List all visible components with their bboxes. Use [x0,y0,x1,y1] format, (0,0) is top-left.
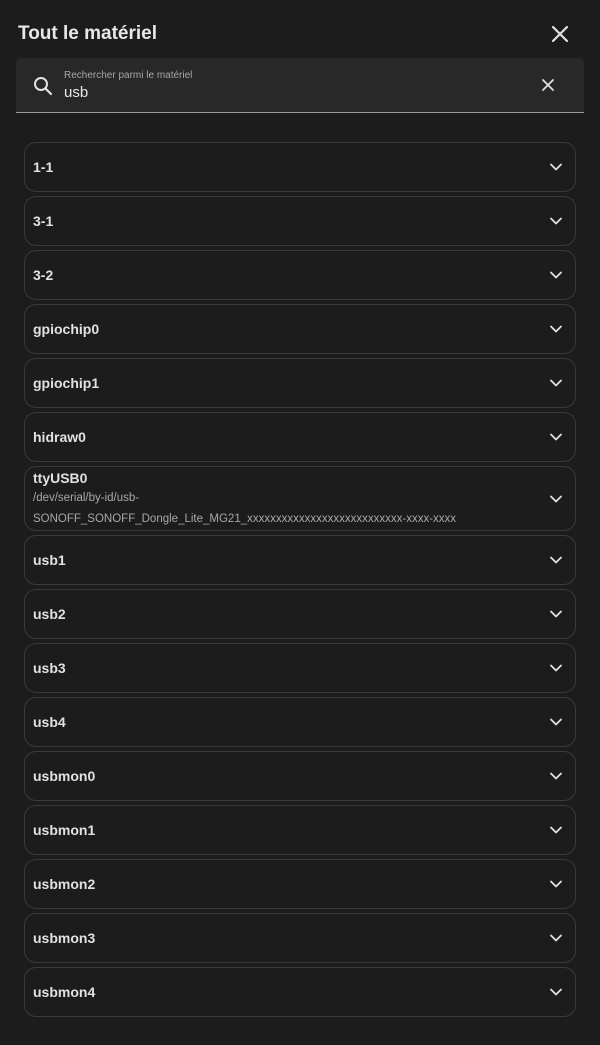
device-name: gpiochip0 [33,321,100,337]
search-field[interactable]: Rechercher parmi le matériel [16,58,584,113]
search-input[interactable] [64,83,524,103]
device-item[interactable]: usb3 [24,643,576,693]
chevron-down-icon[interactable] [549,322,563,336]
device-path: /dev/serial/by-id/usb- [33,492,140,504]
device-name: gpiochip1 [33,375,100,391]
device-item[interactable]: 3-2 [24,250,576,300]
chevron-down-icon[interactable] [549,715,563,729]
clear-search-button[interactable] [536,73,560,97]
device-item[interactable]: usbmon1 [24,805,576,855]
chevron-down-icon[interactable] [549,931,563,945]
chevron-down-icon[interactable] [549,430,563,444]
device-name: usb4 [33,714,66,730]
device-name: usb3 [33,660,66,676]
dialog-header: Tout le matériel [0,0,600,58]
chevron-down-icon[interactable] [549,160,563,174]
device-name: usbmon2 [33,876,96,892]
chevron-down-icon[interactable] [549,376,563,390]
hardware-dialog: Tout le matériel Rechercher parmi le mat… [0,0,600,1045]
device-item[interactable]: gpiochip1 [24,358,576,408]
device-path: SONOFF_SONOFF_Dongle_Lite_MG21_xxxxxxxxx… [33,513,457,525]
close-icon [542,79,554,91]
device-name: usb1 [33,552,66,568]
chevron-down-icon[interactable] [549,492,563,506]
device-name: usbmon3 [33,930,96,946]
device-item[interactable]: usb2 [24,589,576,639]
device-item[interactable]: usbmon4 [24,967,576,1017]
device-item[interactable]: usbmon2 [24,859,576,909]
device-item[interactable]: hidraw0 [24,412,576,462]
chevron-down-icon[interactable] [549,985,563,999]
device-item[interactable]: ttyUSB0/dev/serial/by-id/usb- SONOFF_SONO… [24,466,576,531]
device-item[interactable]: gpiochip0 [24,304,576,354]
chevron-down-icon[interactable] [549,877,563,891]
device-name: usbmon1 [33,822,96,838]
chevron-down-icon[interactable] [549,553,563,567]
search-label: Rechercher parmi le matériel [64,70,193,81]
device-name: usbmon4 [33,984,96,1000]
dialog-title: Tout le matériel [18,23,158,44]
device-item[interactable]: usb4 [24,697,576,747]
chevron-down-icon[interactable] [549,268,563,282]
device-name: 3-2 [33,267,54,283]
device-name: ttyUSB0 [33,470,88,486]
device-item[interactable]: 1-1 [24,142,576,192]
chevron-down-icon[interactable] [549,661,563,675]
search-icon [34,77,53,96]
device-name: 1-1 [33,159,54,175]
device-name: 3-1 [33,213,54,229]
device-name: hidraw0 [33,429,86,445]
device-name: usb2 [33,606,66,622]
chevron-down-icon[interactable] [549,823,563,837]
device-item[interactable]: 3-1 [24,196,576,246]
chevron-down-icon[interactable] [549,769,563,783]
device-item[interactable]: usbmon0 [24,751,576,801]
device-list: 1-1 3-1 3-2 gpiochip0 gpiochip1 hidraw0 ttyUSB… [24,142,576,1021]
close-dialog-button[interactable] [544,18,576,50]
close-icon [551,25,569,43]
chevron-down-icon[interactable] [549,214,563,228]
device-item[interactable]: usbmon3 [24,913,576,963]
device-item[interactable]: usb1 [24,535,576,585]
device-name: usbmon0 [33,768,96,784]
chevron-down-icon[interactable] [549,607,563,621]
